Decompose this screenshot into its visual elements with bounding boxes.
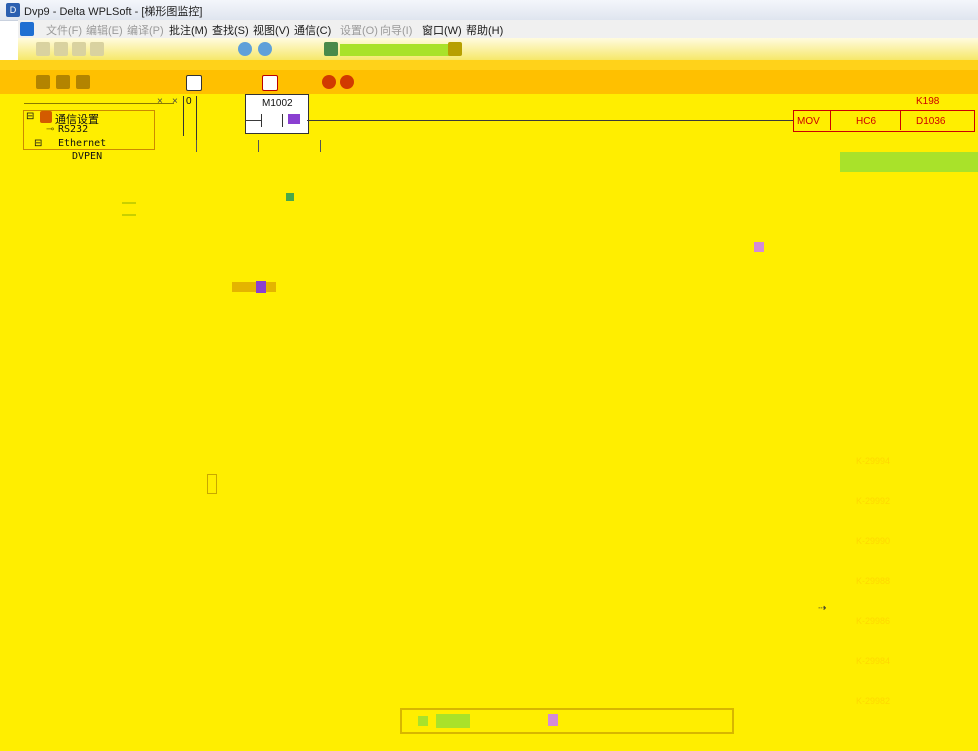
instruction-mode-icon[interactable]	[56, 75, 70, 89]
instruction-dst: D1036	[916, 116, 946, 127]
menu-view[interactable]: 视图(V)	[253, 22, 290, 38]
rung2-rail	[196, 140, 197, 152]
zoom-in-icon[interactable]	[238, 42, 252, 56]
monitor-icon[interactable]	[324, 42, 338, 56]
sidebar-splitter[interactable]	[183, 96, 184, 136]
tree-collapse-icon[interactable]: ⊟	[26, 111, 34, 122]
vertical-marker	[207, 474, 217, 494]
monitor-mode-icon[interactable]	[262, 75, 278, 91]
menu-comment[interactable]: 批注(M)	[169, 22, 208, 38]
contact-label: M1002	[262, 98, 293, 109]
ladder-workspace	[0, 94, 978, 751]
contact-wire-left	[245, 120, 261, 121]
tree-expand-icon[interactable]: ⊟	[34, 138, 42, 149]
tree-item-dvpen[interactable]: DVPEN	[72, 151, 102, 162]
zoom-out-icon[interactable]	[258, 42, 272, 56]
contact-state-icon	[288, 114, 300, 124]
instruction-op: MOV	[797, 116, 820, 127]
window-title: Dvp9 - Delta WPLSoft - [梯形图监控]	[24, 6, 203, 18]
menu-wizard[interactable]: 向导(I)	[380, 22, 412, 38]
ladder-mode-icon[interactable]	[36, 75, 50, 89]
ghost-value-3: K-29990	[856, 536, 891, 546]
ghost-value-1: K-29994	[856, 456, 891, 466]
menu-window[interactable]: 窗口(W)	[422, 22, 462, 38]
contact-bar-right	[282, 114, 283, 127]
device-icon[interactable]	[448, 42, 462, 56]
menu-setting[interactable]: 设置(O)	[340, 22, 378, 38]
instruction-above-label: K198	[916, 96, 940, 107]
print-icon[interactable]	[90, 42, 104, 56]
open-icon[interactable]	[54, 42, 68, 56]
pink-marker-icon	[754, 242, 764, 252]
toolbar-strip	[340, 44, 450, 56]
network-icon	[40, 111, 52, 123]
ghost-value-6: K-29984	[856, 656, 891, 666]
menu-help[interactable]: 帮助(H)	[466, 22, 503, 38]
new-icon[interactable]	[36, 42, 50, 56]
rs232-icon: ⊸	[46, 124, 55, 135]
mov-instruction[interactable]	[793, 110, 975, 132]
menu-compile[interactable]: 编译(P)	[127, 22, 164, 38]
toolbar-standard	[18, 38, 978, 60]
sidebar-close-icon[interactable]: ×	[172, 96, 178, 107]
sidebar-pin-icon[interactable]: ×	[157, 96, 163, 107]
menu-search[interactable]: 查找(S)	[212, 22, 249, 38]
contact-bar-left	[261, 114, 262, 127]
app-icon: D	[6, 3, 20, 17]
stop-icon[interactable]	[340, 75, 354, 89]
status-progress-block	[436, 714, 470, 728]
run-icon[interactable]	[322, 75, 336, 89]
toolbar-divider	[0, 60, 978, 70]
menu-file[interactable]: 文件(F)	[46, 22, 82, 38]
edit-mode-icon[interactable]	[186, 75, 202, 91]
cursor-icon: ⇢	[818, 603, 827, 614]
rung2-contact	[258, 140, 259, 152]
ghost-value-2: K-29992	[856, 496, 891, 506]
purple-marker-icon	[256, 281, 266, 293]
ghost-value-7: K-29982	[856, 696, 891, 706]
toolbar-ladder	[0, 70, 978, 94]
ladder-row-number: 0	[186, 96, 192, 107]
rung2-contact-2	[320, 140, 321, 152]
tree-item-ethernet[interactable]: Ethernet	[58, 138, 106, 149]
ghost-value-5: K-29986	[856, 616, 891, 626]
sidebar-header-line	[24, 103, 174, 104]
rung-wire	[307, 120, 793, 121]
status-green-icon	[418, 716, 428, 726]
inline-value-field[interactable]	[232, 282, 276, 292]
instruction-src: HC6	[856, 116, 877, 127]
menu-comm[interactable]: 通信(C)	[294, 22, 331, 38]
title-bar: D Dvp9 - Delta WPLSoft - [梯形图监控]	[0, 0, 978, 21]
save-icon[interactable]	[72, 42, 86, 56]
ghost-value-4: K-29988	[856, 576, 891, 586]
menu-doc-icon[interactable]	[20, 22, 34, 36]
list-icon	[122, 202, 136, 216]
instruction-divider-1	[830, 110, 831, 130]
sfc-mode-icon[interactable]	[76, 75, 90, 89]
tree-item-rs232[interactable]: RS232	[58, 124, 88, 135]
green-marker-icon	[286, 193, 294, 201]
menu-edit[interactable]: 编辑(E)	[86, 22, 123, 38]
status-pink-icon	[548, 714, 558, 726]
instruction-divider-2	[900, 110, 901, 130]
highlight-band	[840, 152, 978, 172]
